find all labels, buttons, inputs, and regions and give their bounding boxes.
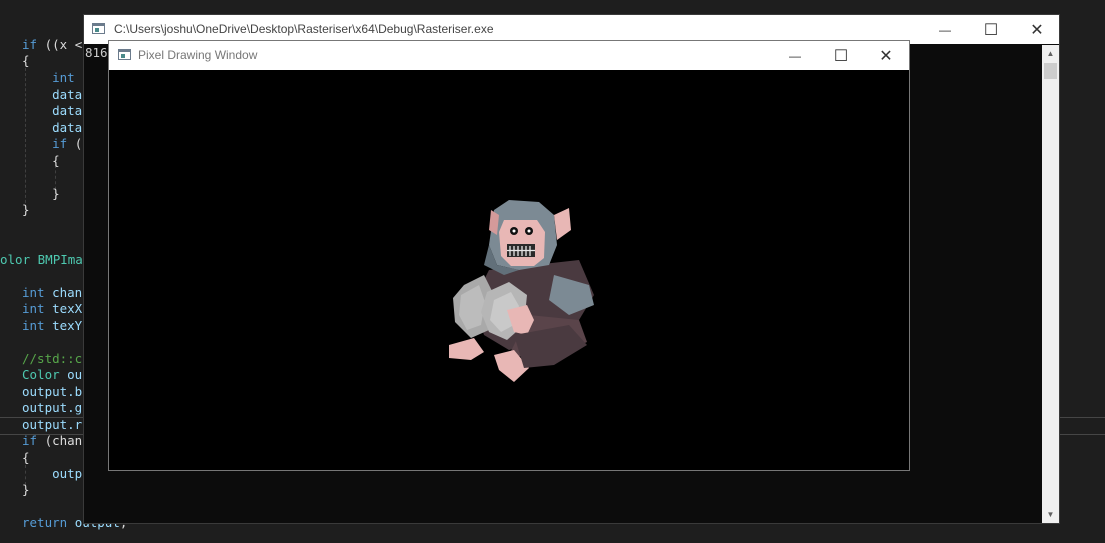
- code-token: int: [22, 301, 53, 316]
- close-button[interactable]: ✕: [863, 41, 909, 70]
- close-button[interactable]: ✕: [1014, 15, 1060, 44]
- code-line: {: [22, 450, 30, 467]
- code-token: c: [22, 169, 90, 184]
- monkey-ear-right: [554, 208, 571, 240]
- minimize-button[interactable]: —: [772, 41, 818, 70]
- code-token: if: [22, 136, 75, 151]
- code-line: {: [22, 53, 30, 70]
- code-token: Color: [22, 367, 68, 382]
- code-token: output.b: [22, 384, 83, 399]
- code-token: data: [22, 120, 83, 135]
- code-line: outpu: [22, 466, 90, 483]
- code-token: int: [22, 318, 53, 333]
- code-token: if: [22, 37, 38, 52]
- code-token: {: [22, 450, 30, 465]
- minimize-button[interactable]: —: [922, 15, 968, 44]
- code-line: output.r: [22, 417, 82, 434]
- pixel-drawing-window[interactable]: Pixel Drawing Window — ☐ ✕: [108, 40, 910, 471]
- code-token: int: [22, 285, 53, 300]
- code-line: if (: [22, 136, 82, 153]
- console-scrollbar[interactable]: ▲ ▼: [1042, 45, 1059, 523]
- code-token: }: [22, 482, 30, 497]
- maximize-button[interactable]: ☐: [818, 41, 864, 70]
- code-line: c: [22, 169, 90, 186]
- code-line: data: [22, 87, 82, 104]
- code-token: if: [22, 433, 45, 448]
- code-line: }: [22, 482, 30, 499]
- code-token: output.r: [22, 417, 83, 432]
- render-canvas[interactable]: [109, 70, 909, 470]
- pixel-window-titlebar[interactable]: Pixel Drawing Window — ☐ ✕: [109, 41, 909, 70]
- code-token: }: [22, 202, 30, 217]
- code-token: output.g: [22, 400, 83, 415]
- code-line: }: [22, 202, 30, 219]
- monkey-foot-left: [449, 338, 484, 360]
- code-line: if (chann: [22, 433, 90, 450]
- code-token: olor: [0, 252, 38, 267]
- code-token: ((x <: [37, 37, 83, 52]
- code-token: outpu: [22, 466, 90, 481]
- code-token: }: [22, 186, 60, 201]
- code-token: texX: [52, 301, 83, 316]
- code-token: texY: [52, 318, 83, 333]
- console-title: C:\Users\joshu\OneDrive\Desktop\Rasteris…: [114, 22, 494, 36]
- monkey-model-render: [449, 200, 594, 382]
- pixel-window-title: Pixel Drawing Window: [138, 48, 258, 62]
- scroll-up-arrow-icon[interactable]: ▲: [1042, 45, 1059, 62]
- console-output: 816: [85, 45, 108, 60]
- console-app-icon: [92, 23, 105, 34]
- maximize-button[interactable]: ☐: [968, 15, 1014, 44]
- code-line: int texX: [22, 301, 82, 318]
- code-token: {: [22, 53, 30, 68]
- code-token: (: [74, 136, 83, 151]
- code-line: olor BMPImag: [0, 252, 90, 269]
- code-line: data: [22, 103, 82, 120]
- code-line: //std::co: [22, 351, 90, 368]
- code-token: data: [22, 87, 83, 102]
- code-line: int c: [22, 70, 90, 87]
- scroll-down-arrow-icon[interactable]: ▼: [1042, 506, 1059, 523]
- code-line: }: [22, 186, 60, 203]
- code-line: Color out: [22, 367, 90, 384]
- scroll-thumb[interactable]: [1044, 63, 1057, 79]
- code-line: output.g: [22, 400, 82, 417]
- code-line: data: [22, 120, 82, 137]
- code-token: data: [22, 103, 83, 118]
- monkey-face: [499, 220, 545, 266]
- code-line: if ((x <: [22, 37, 82, 54]
- code-token: int: [22, 70, 83, 85]
- code-token: {: [22, 153, 60, 168]
- code-token: return: [22, 515, 75, 530]
- code-line: int texY: [22, 318, 82, 335]
- code-line: {: [22, 153, 60, 170]
- pixel-window-app-icon: [118, 49, 131, 60]
- code-token: //std::co: [22, 351, 90, 366]
- code-line: output.b: [22, 384, 82, 401]
- code-line: int chann: [22, 285, 90, 302]
